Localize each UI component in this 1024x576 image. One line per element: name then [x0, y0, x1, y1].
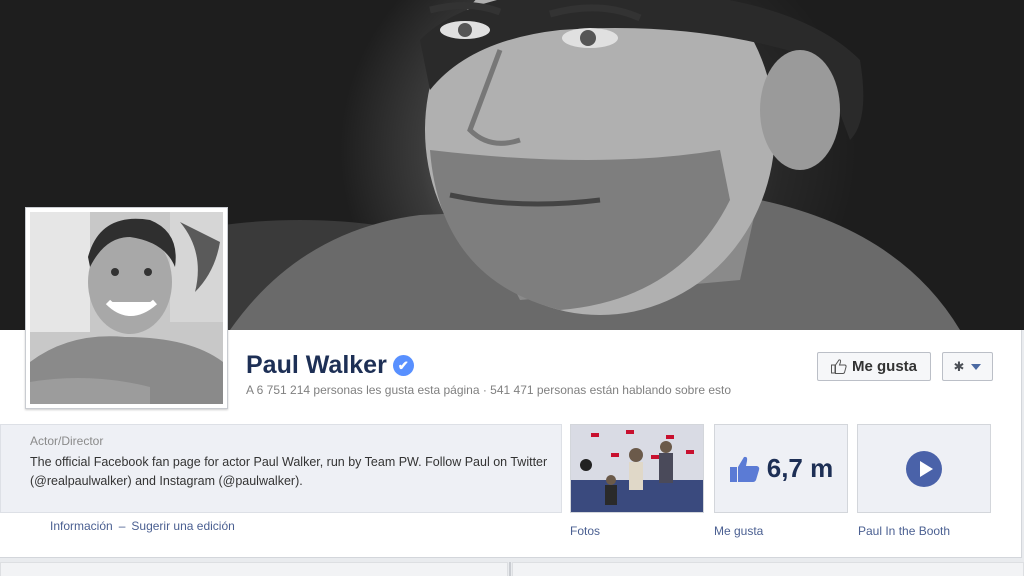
- like-button-label: Me gusta: [851, 358, 917, 375]
- link-separator: –: [118, 519, 126, 533]
- profile-portrait-illustration: [30, 212, 223, 404]
- thumbs-up-icon: [729, 456, 759, 482]
- photos-app-tile[interactable]: [570, 424, 704, 513]
- page-stats: A 6 751 214 personas les gusta esta pági…: [246, 383, 732, 397]
- page-description: The official Facebook fan page for actor…: [30, 455, 548, 488]
- likes-tile-label[interactable]: Me gusta: [714, 524, 763, 538]
- info-link[interactable]: Información: [50, 519, 113, 533]
- video-tile-label[interactable]: Paul In the Booth: [858, 524, 950, 538]
- timeline-divider: [509, 562, 511, 576]
- like-page-button[interactable]: Me gusta: [817, 352, 931, 381]
- photos-tile-label[interactable]: Fotos: [570, 524, 600, 538]
- profile-picture[interactable]: [25, 207, 228, 409]
- about-links: Información – Sugerir una edición: [50, 519, 235, 533]
- verified-badge-icon: ✔: [392, 355, 414, 376]
- page-title: Paul Walker ✔: [246, 351, 414, 380]
- play-icon: [906, 450, 942, 487]
- gear-icon: ✱: [953, 358, 965, 374]
- likes-app-tile[interactable]: 6,7 m: [714, 424, 848, 513]
- video-app-tile[interactable]: [857, 424, 991, 513]
- page-name-text: Paul Walker: [246, 351, 387, 379]
- page-category: Actor/Director: [30, 434, 104, 448]
- timeline-left-column: [0, 562, 508, 576]
- page-settings-button[interactable]: ✱: [942, 352, 993, 381]
- about-section: Actor/Director The official Facebook fan…: [0, 424, 562, 513]
- thumbs-up-icon: [830, 359, 847, 374]
- timeline-right-column: [512, 562, 1024, 576]
- chevron-down-icon: [971, 363, 982, 370]
- photos-thumbnail: [571, 425, 703, 512]
- likes-count: 6,7 m: [766, 453, 834, 483]
- suggest-edit-link[interactable]: Sugerir una edición: [131, 519, 234, 533]
